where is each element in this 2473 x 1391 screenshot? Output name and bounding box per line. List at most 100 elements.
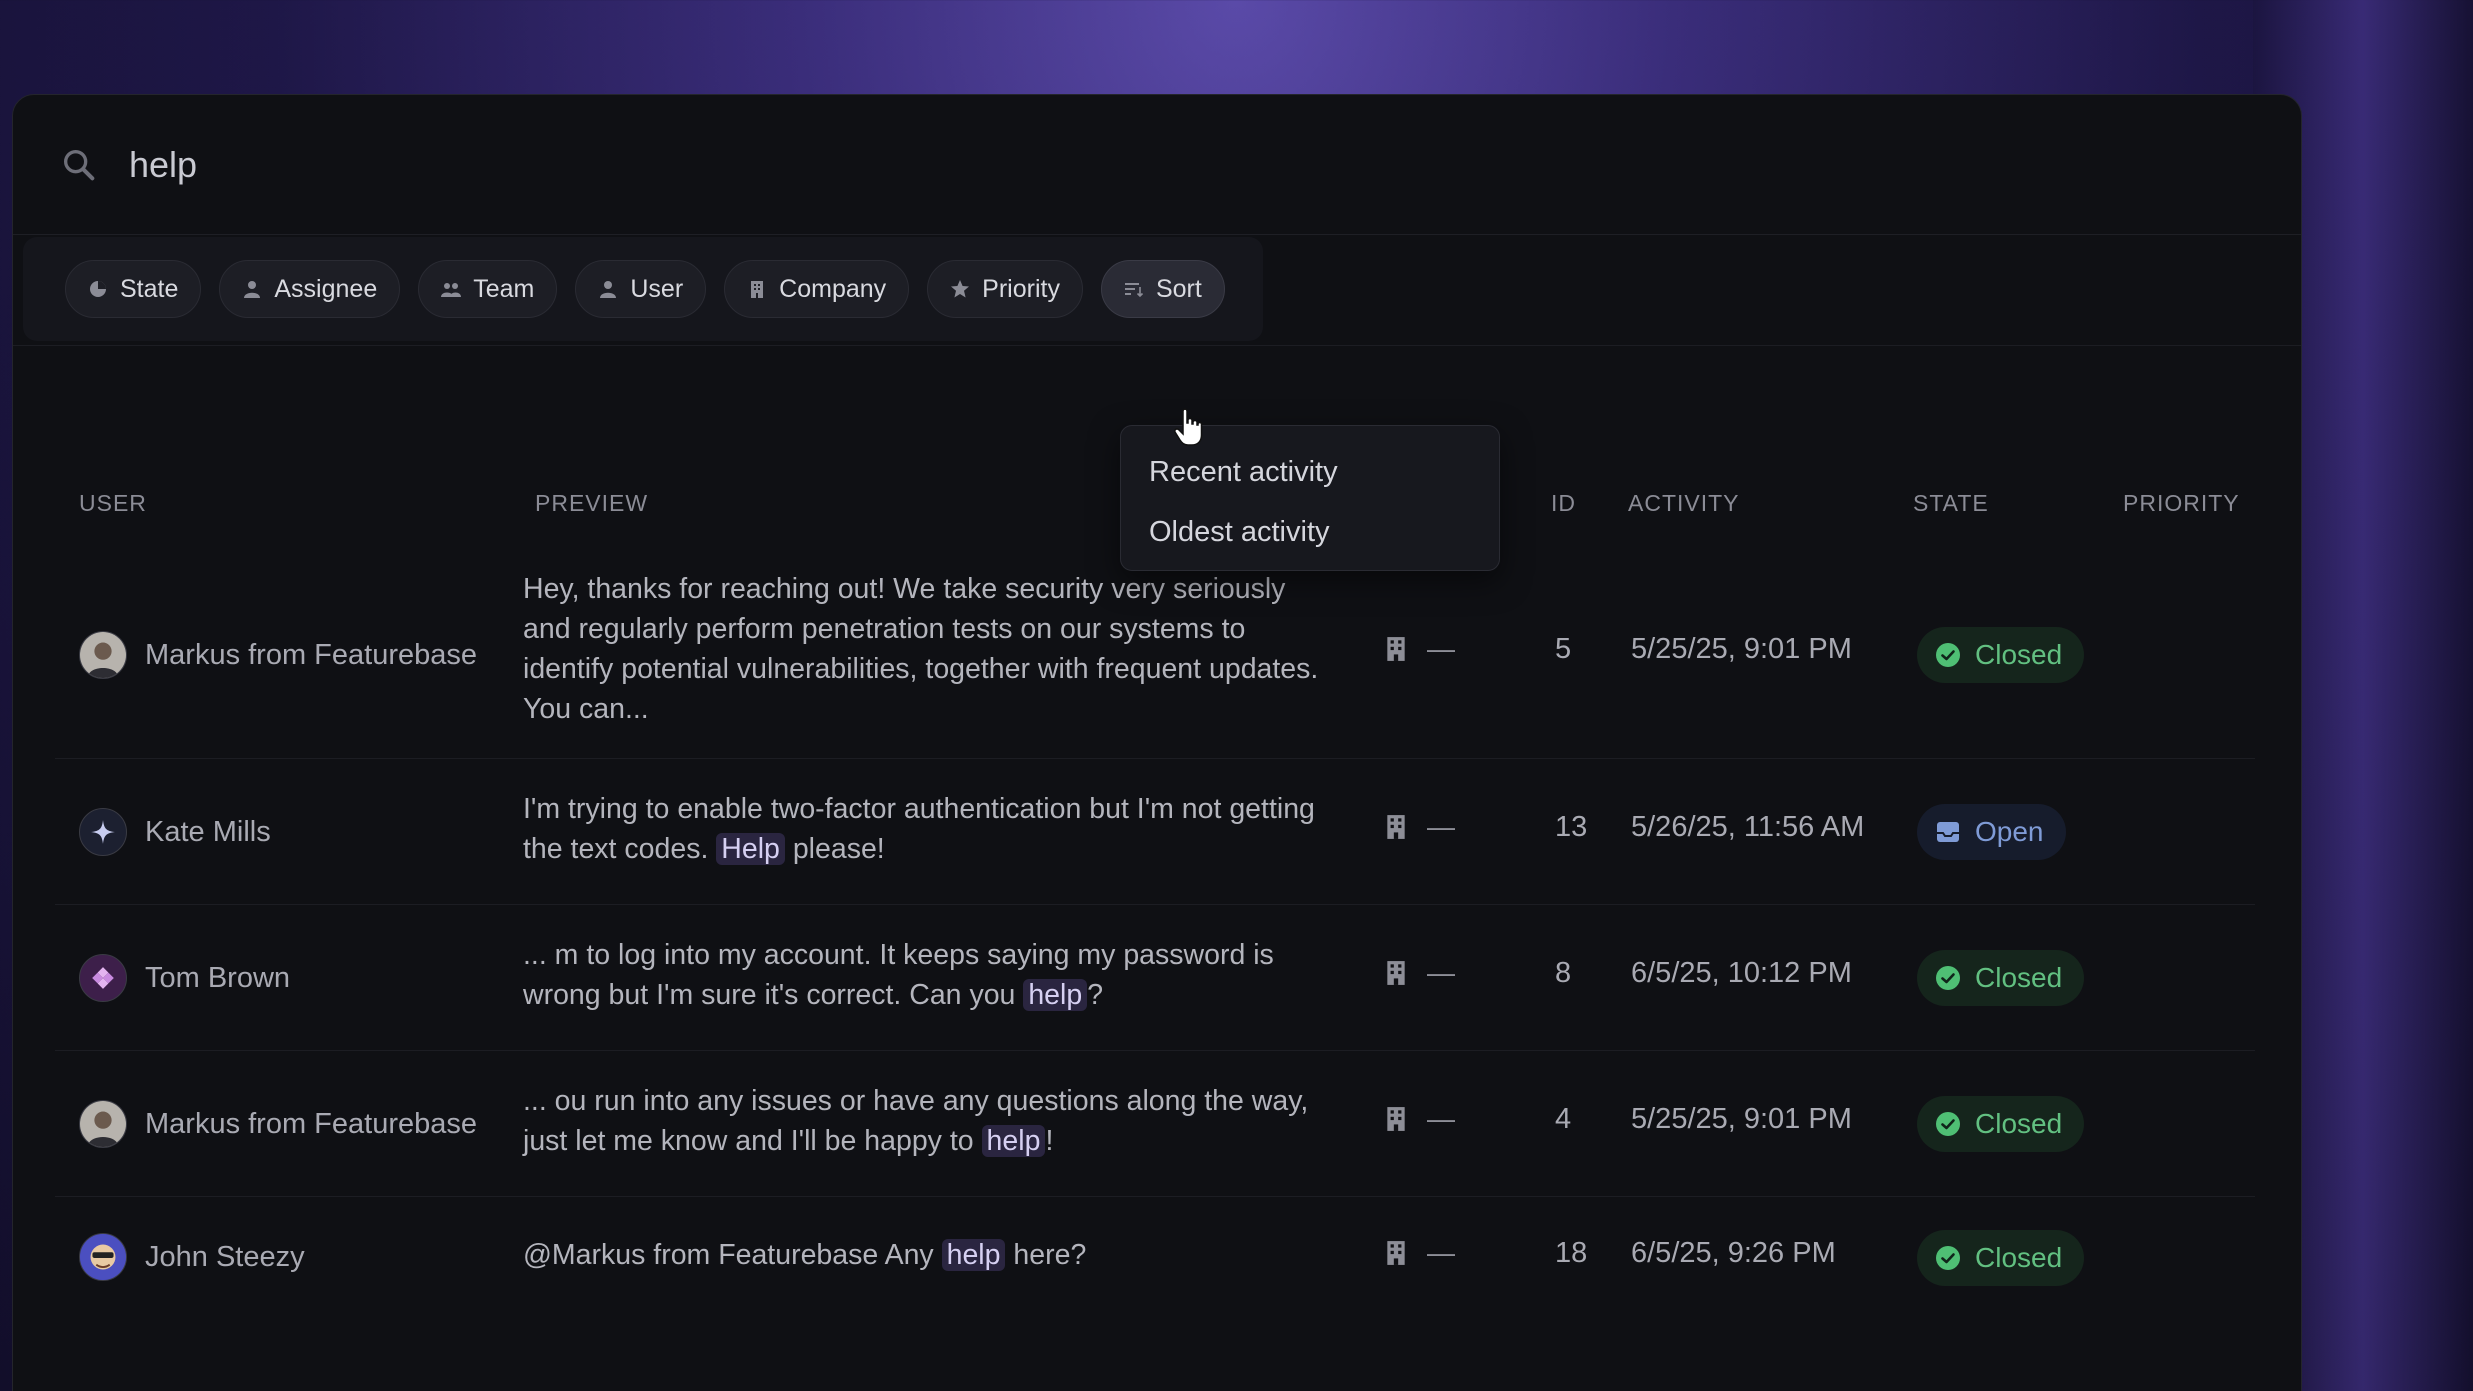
filter-priority-button[interactable]: Priority [927,260,1083,318]
preview-text: Hey, thanks for reaching out! We take se… [523,573,1319,725]
table-row[interactable]: Kate Mills I'm trying to enable two-fact… [55,759,2255,905]
activity-cell: 6/5/25, 9:26 PM [1631,1237,1836,1269]
filter-user-label: User [630,274,684,303]
person-icon [244,281,261,298]
filter-priority-label: Priority [982,274,1060,303]
avatar [79,631,127,679]
sparkle-icon [91,820,115,844]
cartoon-avatar-icon [80,1234,126,1280]
filter-user-button[interactable]: User [575,260,707,318]
avatar [79,1100,127,1148]
table-row[interactable]: Markus from Featurebase Hey, thanks for … [55,555,2255,759]
table-row[interactable]: John Steezy @Markus from Featurebase Any… [55,1197,2255,1321]
team-icon [441,283,462,297]
check-circle-icon [1936,643,1960,667]
status-badge[interactable]: Closed [1917,627,2085,683]
filter-state-label: State [120,274,179,303]
preview-text: I'm trying to enable two-factor authenti… [523,793,1315,865]
status-label: Closed [1975,962,2063,993]
user-name[interactable]: Markus from Featurebase [145,1108,477,1141]
company-cell: — [1385,811,1455,843]
diamond-icon [92,967,114,989]
avatar [79,1233,127,1281]
state-cell: Closed [1917,627,2085,683]
preview-cell: @Markus from Featurebase Any help here? [523,1235,1323,1275]
table-row[interactable]: Tom Brown ... m to log into my account. … [55,905,2255,1051]
column-header-id[interactable]: ID [1551,490,1576,517]
column-header-state[interactable]: STATE [1913,490,1989,517]
id-cell: 4 [1555,1103,1572,1135]
filter-company-button[interactable]: Company [724,260,910,318]
user-name[interactable]: Tom Brown [145,962,290,995]
status-label: Closed [1975,1242,2063,1273]
photo-avatar-icon [80,1101,126,1147]
sort-option-oldest[interactable]: Oldest activity [1121,502,1499,562]
user-name[interactable]: Markus from Featurebase [145,639,477,672]
status-badge[interactable]: Closed [1917,1096,2085,1152]
inbox-icon [1937,822,1959,842]
id-cell: 13 [1555,811,1588,843]
search-icon [64,149,95,180]
preview-cell: Hey, thanks for reaching out! We take se… [523,569,1323,729]
star-icon [951,280,970,298]
user-cell: Tom Brown [79,954,290,1002]
building-icon [1387,961,1405,985]
status-label: Open [1975,816,2044,847]
state-icon [90,281,106,297]
search-highlight: help [981,1125,1046,1157]
status-badge[interactable]: Open [1917,804,2066,860]
building-icon [1387,1107,1405,1131]
divider [13,345,2301,346]
sort-button[interactable]: Sort [1100,260,1225,318]
status-badge[interactable]: Closed [1917,1230,2085,1286]
filter-bar: State Assignee Team User Company Priorit… [23,237,1263,341]
column-header-preview[interactable]: PREVIEW [535,490,648,517]
building-icon [1387,815,1405,839]
status-badge[interactable]: Closed [1917,950,2085,1006]
preview-text-after: here? [1005,1239,1087,1271]
preview-text-after: ? [1087,979,1104,1011]
preview-text-after: please! [784,833,885,865]
activity-cell: 5/25/25, 9:01 PM [1631,633,1852,665]
activity-cell: 6/5/25, 10:12 PM [1631,957,1852,989]
user-cell: Markus from Featurebase [79,631,477,679]
company-value: — [1427,811,1455,842]
building-icon [751,281,764,298]
preview-cell: ... ou run into any issues or have any q… [523,1081,1323,1161]
avatar [79,954,127,1002]
preview-cell: I'm trying to enable two-factor authenti… [523,789,1323,869]
search-bar [13,95,2301,235]
user-cell: John Steezy [79,1233,305,1281]
user-cell: Markus from Featurebase [79,1100,477,1148]
preview-text: ... m to log into my account. It keeps s… [523,939,1274,1011]
filter-team-label: Team [473,274,535,303]
status-label: Closed [1975,1108,2063,1139]
filter-assignee-label: Assignee [274,274,378,303]
check-circle-icon [1936,1112,1960,1136]
table-row[interactable]: Markus from Featurebase ... ou run into … [55,1051,2255,1197]
search-input[interactable] [129,143,929,186]
state-cell: Closed [1917,1096,2085,1152]
state-cell: Closed [1917,950,2085,1006]
filter-state-button[interactable]: State [65,260,202,318]
check-circle-icon [1936,966,1960,990]
filter-team-button[interactable]: Team [418,260,558,318]
company-cell: — [1385,633,1455,665]
id-cell: 8 [1555,957,1572,989]
column-header-activity[interactable]: ACTIVITY [1628,490,1740,517]
user-cell: Kate Mills [79,808,271,856]
activity-cell: 5/26/25, 11:56 AM [1631,811,1865,843]
search-highlight: Help [716,833,785,865]
building-icon [1387,637,1405,661]
column-header-priority[interactable]: PRIORITY [2123,490,2240,517]
id-cell: 18 [1555,1237,1588,1269]
activity-cell: 5/25/25, 9:01 PM [1631,1103,1852,1135]
filter-assignee-button[interactable]: Assignee [219,260,401,318]
search-highlight: help [941,1239,1006,1271]
user-name[interactable]: John Steezy [145,1241,305,1274]
user-name[interactable]: Kate Mills [145,816,271,849]
inbox-window: State Assignee Team User Company Priorit… [12,94,2302,1391]
avatar [79,808,127,856]
sort-option-recent[interactable]: Recent activity [1121,442,1499,502]
column-header-user[interactable]: USER [79,490,147,517]
